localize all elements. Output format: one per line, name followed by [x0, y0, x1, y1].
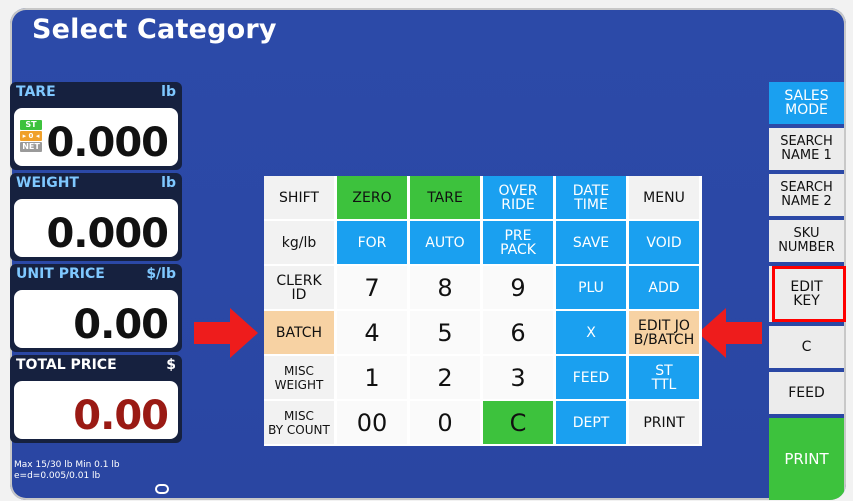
- digit-8-key[interactable]: 8: [410, 266, 480, 309]
- sku-number-button[interactable]: SKU NUMBER: [769, 220, 844, 262]
- digit-4-key[interactable]: 4: [337, 311, 407, 354]
- subtotal-key[interactable]: ST TTL: [629, 356, 699, 399]
- digit-0-key[interactable]: 0: [410, 401, 480, 444]
- unit-price-display: 0.00: [14, 290, 178, 348]
- digit-2-key[interactable]: 2: [410, 356, 480, 399]
- tare-panel: TARE lb ST ▸ 0 ◂ NET 0.000: [10, 82, 182, 170]
- scale-screen: Select Category TARE lb ST ▸ 0 ◂ NET 0.0…: [10, 8, 846, 500]
- capacity-info: Max 15/30 lb Min 0.1 lb e=d=0.005/0.01 l…: [14, 460, 120, 482]
- print-key[interactable]: PRINT: [629, 401, 699, 444]
- weight-value: 0.000: [46, 211, 169, 257]
- batch-key[interactable]: BATCH: [264, 311, 334, 354]
- unit-price-label: UNIT PRICE: [16, 266, 105, 282]
- tare-status-tags: ST ▸ 0 ◂ NET: [20, 120, 42, 153]
- tare-label: TARE: [16, 84, 56, 100]
- edit-job-batch-key[interactable]: EDIT JO B/BATCH: [629, 311, 699, 354]
- multiply-key[interactable]: X: [556, 311, 626, 354]
- stable-icon: ST: [20, 120, 42, 130]
- unit-price-unit: $/lb: [146, 266, 176, 282]
- tare-display: ST ▸ 0 ◂ NET 0.000: [14, 108, 178, 166]
- misc-by-count-key[interactable]: MISC BY COUNT: [264, 401, 334, 444]
- digit-1-key[interactable]: 1: [337, 356, 407, 399]
- net-icon: NET: [20, 142, 42, 152]
- plu-key[interactable]: PLU: [556, 266, 626, 309]
- save-key[interactable]: SAVE: [556, 221, 626, 264]
- prepack-key[interactable]: PRE PACK: [483, 221, 553, 264]
- search-name-1-button[interactable]: SEARCH NAME 1: [769, 128, 844, 170]
- menu-key[interactable]: MENU: [629, 176, 699, 219]
- digit-3-key[interactable]: 3: [483, 356, 553, 399]
- total-price-label: TOTAL PRICE: [16, 357, 117, 373]
- total-price-panel: TOTAL PRICE $ 0.00: [10, 355, 182, 443]
- shift-key[interactable]: SHIFT: [264, 176, 334, 219]
- side-print-button[interactable]: PRINT: [769, 418, 844, 500]
- clear-key[interactable]: C: [483, 401, 553, 444]
- date-time-key[interactable]: DATE TIME: [556, 176, 626, 219]
- capacity-line-2: e=d=0.005/0.01 lb: [14, 471, 101, 481]
- clerk-id-key[interactable]: CLERK ID: [264, 266, 334, 309]
- side-feed-button[interactable]: FEED: [769, 372, 844, 414]
- category-keypad: SHIFT ZERO TARE OVER RIDE DATE TIME MENU…: [264, 176, 702, 446]
- zero-icon: ▸ 0 ◂: [20, 131, 42, 141]
- edit-key-highlight: [772, 266, 846, 322]
- tare-unit: lb: [161, 84, 176, 100]
- search-name-2-button[interactable]: SEARCH NAME 2: [769, 174, 844, 216]
- digit-7-key[interactable]: 7: [337, 266, 407, 309]
- auto-key[interactable]: AUTO: [410, 221, 480, 264]
- void-key[interactable]: VOID: [629, 221, 699, 264]
- misc-weight-key[interactable]: MISC WEIGHT: [264, 356, 334, 399]
- digit-9-key[interactable]: 9: [483, 266, 553, 309]
- weight-display: 0.000: [14, 199, 178, 257]
- digit-5-key[interactable]: 5: [410, 311, 480, 354]
- total-price-unit: $: [166, 357, 176, 373]
- kg-lb-key[interactable]: kg/lb: [264, 221, 334, 264]
- battery-icon: [155, 484, 169, 494]
- sales-mode-button[interactable]: SALES MODE: [769, 82, 844, 124]
- weight-panel: WEIGHT lb 0.000: [10, 173, 182, 261]
- scale-frame: Select Category TARE lb ST ▸ 0 ◂ NET 0.0…: [0, 0, 853, 501]
- zero-key[interactable]: ZERO: [337, 176, 407, 219]
- digit-6-key[interactable]: 6: [483, 311, 553, 354]
- add-key[interactable]: ADD: [629, 266, 699, 309]
- page-title: Select Category: [32, 14, 277, 45]
- unit-price-panel: UNIT PRICE $/lb 0.00: [10, 264, 182, 352]
- weight-label: WEIGHT: [16, 175, 79, 191]
- tare-value: 0.000: [46, 120, 169, 166]
- for-key[interactable]: FOR: [337, 221, 407, 264]
- unit-price-value: 0.00: [73, 302, 169, 348]
- double-zero-key[interactable]: 00: [337, 401, 407, 444]
- total-price-value: 0.00: [73, 393, 169, 439]
- feed-key[interactable]: FEED: [556, 356, 626, 399]
- capacity-line-1: Max 15/30 lb Min 0.1 lb: [14, 460, 120, 470]
- override-key[interactable]: OVER RIDE: [483, 176, 553, 219]
- tare-key[interactable]: TARE: [410, 176, 480, 219]
- arrow-left-icon: [698, 308, 762, 358]
- total-price-display: 0.00: [14, 381, 178, 439]
- weight-unit: lb: [161, 175, 176, 191]
- side-clear-button[interactable]: C: [769, 326, 844, 368]
- arrow-right-icon: [194, 308, 258, 358]
- dept-key[interactable]: DEPT: [556, 401, 626, 444]
